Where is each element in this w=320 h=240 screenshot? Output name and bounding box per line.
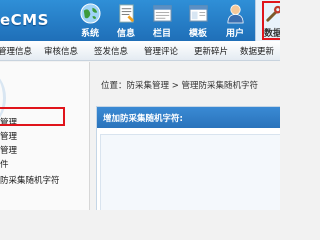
top-menu-label: 栏目 — [152, 29, 171, 39]
window-icon — [153, 5, 172, 22]
left-sidebar: 管理 管理 管理 件 防采集随机字符 — [0, 62, 90, 210]
annotation-highlight-top — [262, 1, 280, 40]
add-form-panel: 增加防采集随机字符: — [96, 106, 280, 210]
top-menu-template[interactable]: 模板 — [181, 0, 215, 41]
template-icon — [189, 5, 208, 22]
document-icon — [119, 4, 135, 23]
annotation-highlight-sidebar — [0, 107, 65, 126]
app-window: eCMS 系统 信息 栏目 模板 用户 数据 管理信息 审核信息 签发信息 管理… — [0, 0, 280, 210]
sidebar-item-anti-collect-chars[interactable]: 防采集随机字符 — [0, 174, 60, 186]
sidebar-item[interactable]: 管理 — [0, 144, 17, 156]
globe-icon — [80, 3, 101, 24]
nav-item-manage-info[interactable]: 管理信息 — [0, 45, 32, 57]
nav-bar: 管理信息 审核信息 签发信息 管理评论 更新碎片 数据更新 — [0, 41, 280, 61]
top-menu-label: 模板 — [188, 29, 207, 39]
top-menu-label: 用户 — [225, 29, 244, 39]
breadcrumb: 位置：防采集管理 > 管理防采集随机字符 — [101, 81, 259, 91]
top-menu-info[interactable]: 信息 — [109, 0, 143, 41]
user-icon — [227, 4, 244, 24]
top-menu-label: 系统 — [80, 29, 99, 39]
sidebar-item[interactable]: 件 — [0, 158, 9, 170]
form-input-area[interactable] — [100, 134, 280, 210]
nav-item-update-fragments[interactable]: 更新碎片 — [194, 45, 228, 57]
top-menu-label: 信息 — [116, 29, 135, 39]
nav-item-publish-info[interactable]: 签发信息 — [94, 45, 128, 57]
nav-item-review-info[interactable]: 审核信息 — [44, 45, 78, 57]
nav-item-data-update[interactable]: 数据更新 — [240, 45, 274, 57]
panel-header: 增加防采集随机字符: — [97, 107, 280, 128]
top-menu-user[interactable]: 用户 — [218, 0, 252, 41]
panel-title: 增加防采集随机字符: — [103, 114, 183, 124]
app-logo: eCMS — [0, 11, 49, 29]
top-menu-system[interactable]: 系统 — [73, 0, 107, 41]
sidebar-item[interactable]: 管理 — [0, 130, 17, 142]
top-header: eCMS 系统 信息 栏目 模板 用户 数据 — [0, 0, 280, 41]
nav-item-manage-comments[interactable]: 管理评论 — [144, 45, 178, 57]
top-menu-column[interactable]: 栏目 — [145, 0, 179, 41]
